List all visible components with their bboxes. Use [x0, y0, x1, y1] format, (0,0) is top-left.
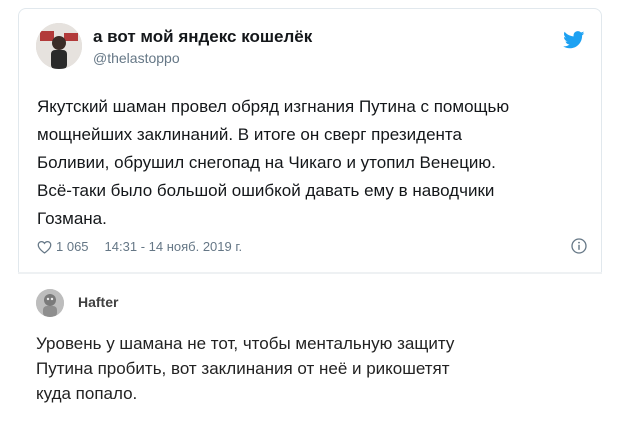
- tweet-text: Якутский шаман провел обряд изгнания Пут…: [37, 93, 597, 233]
- reply-text-line: Путина пробить, вот заклинания от неё и …: [36, 359, 450, 378]
- tweet-text-line: Гозмана.: [37, 209, 107, 228]
- tweet-card: а вот мой яндекс кошелёк @thelastoppo Як…: [18, 8, 602, 272]
- like-count[interactable]: 1 065: [56, 239, 89, 254]
- tweet-text-line: Всё-таки было большой ошибкой давать ему…: [37, 181, 495, 200]
- twitter-bird-icon[interactable]: [563, 31, 585, 49]
- heart-icon[interactable]: [37, 240, 52, 254]
- tweet-text-line: Боливии, обрушил снегопад на Чикаго и ут…: [37, 153, 496, 172]
- reply-author-name[interactable]: Hafter: [78, 294, 118, 310]
- reply-text: Уровень у шамана не тот, чтобы ментальну…: [36, 331, 454, 406]
- info-icon[interactable]: [571, 238, 587, 254]
- author-handle[interactable]: @thelastoppo: [93, 50, 180, 66]
- timestamp[interactable]: 14:31 - 14 нояб. 2019 г.: [105, 239, 243, 254]
- tweet-text-line: мощнейших заклинаний. В итоге он сверг п…: [37, 125, 462, 144]
- author-name[interactable]: а вот мой яндекс кошелёк: [93, 27, 312, 47]
- reply-avatar[interactable]: [36, 289, 64, 317]
- author-avatar[interactable]: [36, 23, 82, 69]
- divider: [18, 272, 602, 274]
- reply-text-line: куда попало.: [36, 384, 138, 403]
- tweet-meta: 1 065 14:31 - 14 нояб. 2019 г.: [37, 239, 242, 254]
- reply-text-line: Уровень у шамана не тот, чтобы ментальну…: [36, 334, 455, 353]
- tweet-text-line: Якутский шаман провел обряд изгнания Пут…: [37, 97, 510, 116]
